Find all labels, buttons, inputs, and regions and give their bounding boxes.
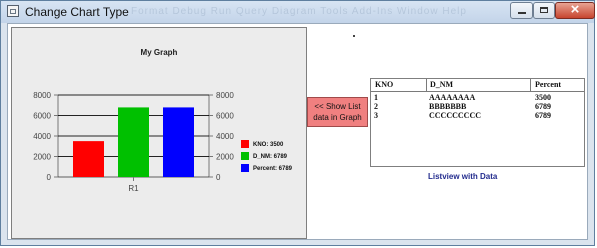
column-header-kno[interactable]: KNO bbox=[375, 80, 393, 89]
row-percent: 6789 bbox=[535, 111, 551, 120]
stray-dot bbox=[353, 35, 355, 37]
show-button-line-2: data in Graph bbox=[313, 113, 362, 122]
row-kno: 3 bbox=[374, 111, 378, 120]
y-tick-label: 4000 bbox=[33, 132, 51, 141]
column-divider[interactable] bbox=[426, 79, 427, 91]
column-header-d-nm[interactable]: D_NM bbox=[430, 80, 453, 89]
bar bbox=[118, 107, 149, 177]
y-tick-label: 8000 bbox=[216, 91, 234, 100]
row-percent: 3500 bbox=[535, 93, 551, 102]
show-list-data-in-graph-button[interactable]: << Show List data in Graph bbox=[307, 97, 368, 127]
bar bbox=[163, 107, 194, 177]
chart-panel: My Graph 0 0 2000 2000 4000 4000 6000 6000 8000 8… bbox=[11, 27, 307, 239]
title-bar[interactable]: Change Chart Type Format Debug Run Query… bbox=[1, 1, 595, 23]
row-d-nm: BBBBBBB bbox=[429, 102, 467, 111]
legend-label: Percent: 6789 bbox=[253, 166, 293, 172]
form-client-area: My Graph 0 0 2000 2000 4000 4000 6000 6000 8000 8… bbox=[7, 23, 588, 240]
listview-caption: Listview with Data bbox=[428, 172, 498, 181]
column-divider[interactable] bbox=[530, 79, 531, 91]
y-tick-label: 4000 bbox=[216, 132, 234, 141]
row-percent: 6789 bbox=[535, 102, 551, 111]
listview-header: KNO D_NM Percent bbox=[371, 79, 584, 92]
y-tick-label: 0 bbox=[216, 173, 221, 182]
y-tick-label: 0 bbox=[47, 173, 52, 182]
bar-chart: 0 0 2000 2000 4000 4000 6000 6000 8000 8000 R1 KNO:… bbox=[33, 91, 293, 193]
row-d-nm: CCCCCCCCC bbox=[429, 111, 481, 120]
background-menu-ghost: Format Debug Run Query Diagram Tools Add… bbox=[131, 6, 467, 17]
legend-swatch bbox=[241, 140, 249, 148]
row-d-nm: AAAAAAAA bbox=[429, 93, 476, 102]
y-tick-label: 6000 bbox=[33, 112, 51, 121]
column-header-percent[interactable]: Percent bbox=[535, 80, 561, 89]
close-button[interactable] bbox=[555, 1, 595, 19]
y-tick-label: 2000 bbox=[216, 153, 234, 162]
y-tick-label: 8000 bbox=[33, 91, 51, 100]
legend-label: KNO: 3500 bbox=[253, 142, 284, 148]
legend-swatch bbox=[241, 152, 249, 160]
row-kno: 1 bbox=[374, 93, 378, 102]
bar bbox=[73, 141, 104, 177]
y-tick-label: 2000 bbox=[33, 153, 51, 162]
show-button-line-1: << Show List bbox=[314, 102, 361, 111]
listview[interactable]: KNO D_NM Percent 1 AAAAAAAA 3500 2 BBBBB… bbox=[370, 78, 585, 167]
legend-swatch bbox=[241, 164, 249, 172]
row-kno: 2 bbox=[374, 102, 378, 111]
main-window: Change Chart Type Format Debug Run Query… bbox=[0, 0, 595, 246]
y-tick-label: 6000 bbox=[216, 112, 234, 121]
window-title: Change Chart Type bbox=[25, 5, 129, 19]
x-tick-label: R1 bbox=[128, 184, 139, 193]
chart-title: My Graph bbox=[140, 48, 178, 57]
legend-label: D_NM: 6789 bbox=[253, 154, 288, 160]
minimize-button[interactable] bbox=[510, 2, 533, 19]
app-window-icon[interactable] bbox=[7, 5, 19, 17]
maximize-button[interactable] bbox=[533, 2, 555, 19]
